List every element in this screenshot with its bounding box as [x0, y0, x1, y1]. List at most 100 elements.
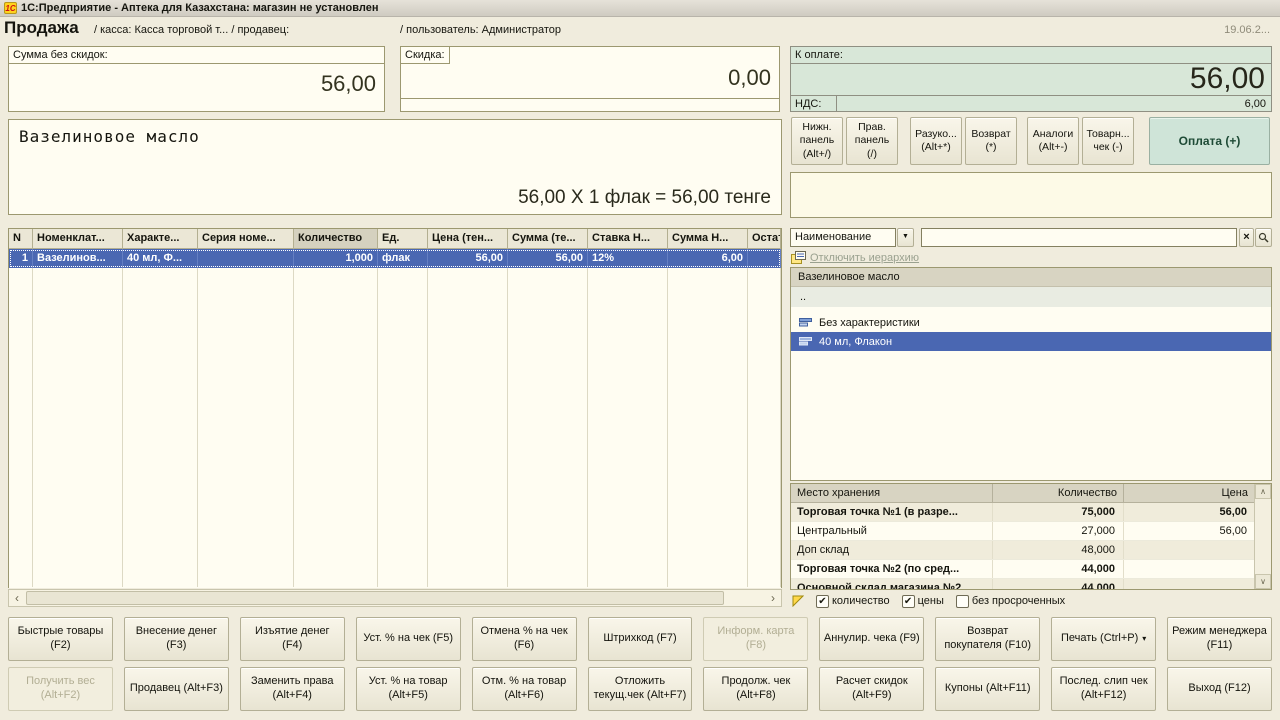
- receipt-item-row-selected[interactable]: 1 Вазелинов... 40 мл, Ф... 1,000 флак 56…: [9, 249, 781, 268]
- print-button[interactable]: Печать (Ctrl+P) ▾: [1051, 617, 1156, 661]
- checkbox-icon[interactable]: ✔: [902, 595, 915, 608]
- characteristic-item-selected[interactable]: 40 мл, Флакон: [791, 332, 1271, 351]
- right-panel-button[interactable]: Прав. панель (/): [846, 117, 898, 165]
- display-product-name: Вазелиновое масло: [19, 127, 200, 146]
- storage-filters: ✔ количество ✔ цены без просроченных: [792, 593, 1065, 609]
- items-header-row: N Номенклат... Характе... Серия номе... …: [9, 229, 781, 249]
- print-label: Печать (Ctrl+P): [1061, 632, 1138, 646]
- return-button[interactable]: Возврат (*): [965, 117, 1017, 165]
- col-series: Серия номе...: [198, 229, 294, 249]
- items-empty-area: [9, 268, 781, 587]
- storage-price: 56,00: [1124, 503, 1255, 521]
- page-header: Продажа / касса: Касса торговой т... / п…: [0, 17, 1280, 43]
- storage-row[interactable]: Торговая точка №1 (в разре... 75,000 56,…: [791, 503, 1255, 522]
- goods-check-button[interactable]: Товарн... чек (-): [1082, 117, 1134, 165]
- scroll-left-icon[interactable]: ‹: [9, 590, 25, 606]
- seller-button[interactable]: Продавец (Alt+F3): [124, 667, 229, 711]
- title-bar: 1С 1С:Предприятие - Аптека для Казахстан…: [0, 0, 1280, 17]
- storage-col-qty[interactable]: Количество: [993, 484, 1124, 503]
- scroll-up-icon[interactable]: ∧: [1255, 484, 1271, 499]
- go-up-row[interactable]: ..: [791, 287, 1271, 307]
- col-quantity: Количество: [294, 229, 378, 249]
- storage-row[interactable]: Доп склад 48,000: [791, 541, 1255, 560]
- last-slip-button[interactable]: Послед. слип чек (Alt+F12): [1051, 667, 1156, 711]
- sum-value: 56,00: [9, 64, 384, 97]
- filter-label: цены: [918, 595, 944, 607]
- storage-price: 56,00: [1124, 522, 1255, 540]
- continue-check-button[interactable]: Продолж. чек (Alt+F8): [703, 667, 808, 711]
- col-vat-rate: Ставка Н...: [588, 229, 668, 249]
- characteristic-item[interactable]: Без характеристики: [791, 313, 1271, 332]
- selector-dropdown-arrow-icon[interactable]: ▼: [897, 228, 914, 247]
- set-item-discount-button[interactable]: Уст. % на товар (Alt+F5): [356, 667, 461, 711]
- cash-out-button[interactable]: Изъятие денег (F4): [240, 617, 345, 661]
- storage-row[interactable]: Торговая точка №2 (по сред... 44,000: [791, 560, 1255, 579]
- right-command-buttons: Нижн. панель (Alt+/) Прав. панель (/) Ра…: [790, 117, 1272, 167]
- item-rest: [748, 249, 781, 268]
- calc-discounts-button[interactable]: Расчет скидок (Alt+F9): [819, 667, 924, 711]
- storage-place: Основной склад магазина №2: [791, 579, 993, 590]
- checkbox-icon[interactable]: ✔: [816, 595, 829, 608]
- storage-row[interactable]: Центральный 27,000 56,00: [791, 522, 1255, 541]
- manager-mode-button[interactable]: Режим менеджера (F11): [1167, 617, 1272, 661]
- to-pay-value: 56,00: [791, 64, 1271, 94]
- analogs-button[interactable]: Аналоги (Alt+-): [1027, 117, 1079, 165]
- clear-search-button[interactable]: ×: [1239, 228, 1254, 247]
- storage-place: Центральный: [791, 522, 993, 540]
- window-title: 1С:Предприятие - Аптека для Казахстана: …: [21, 2, 378, 14]
- storage-qty: 48,000: [993, 541, 1124, 559]
- message-box: [790, 172, 1272, 218]
- items-horizontal-scrollbar[interactable]: ‹ ›: [8, 589, 782, 607]
- search-field-selector[interactable]: Наименование: [790, 228, 896, 247]
- change-rights-button[interactable]: Заменить права (Alt+F4): [240, 667, 345, 711]
- storage-qty: 75,000: [993, 503, 1124, 521]
- storage-qty: 27,000: [993, 522, 1124, 540]
- coupons-button[interactable]: Купоны (Alt+F11): [935, 667, 1040, 711]
- characteristic-icon: [799, 337, 812, 346]
- vat-value: 6,00: [837, 96, 1271, 111]
- scroll-down-icon[interactable]: ∨: [1255, 574, 1271, 589]
- col-sum: Сумма (те...: [508, 229, 588, 249]
- scroll-right-icon[interactable]: ›: [765, 590, 781, 606]
- filter-not-expired[interactable]: без просроченных: [956, 595, 1065, 608]
- search-button[interactable]: [1255, 228, 1272, 247]
- function-buttons-row1: Быстрые товары (F2) Внесение денег (F3) …: [8, 617, 1272, 661]
- storage-col-place[interactable]: Место хранения: [791, 484, 993, 503]
- item-vat-sum: 6,00: [668, 249, 748, 268]
- storage-col-price[interactable]: Цена: [1124, 484, 1255, 503]
- hold-check-button[interactable]: Отложить текущ.чек (Alt+F7): [588, 667, 693, 711]
- storage-qty: 44,000: [993, 560, 1124, 578]
- get-weight-button: Получить вес (Alt+F2): [8, 667, 113, 711]
- cancel-check-discount-button[interactable]: Отмена % на чек (F6): [472, 617, 577, 661]
- filter-prices[interactable]: ✔ цены: [902, 595, 944, 608]
- col-price: Цена (тен...: [428, 229, 508, 249]
- barcode-button[interactable]: Штрихкод (F7): [588, 617, 693, 661]
- page-title: Продажа: [4, 18, 79, 38]
- filter-label: количество: [832, 595, 890, 607]
- checkbox-icon[interactable]: [956, 595, 969, 608]
- storage-header-row: Место хранения Количество Цена: [791, 484, 1255, 503]
- search-input[interactable]: [921, 228, 1237, 247]
- nomenclature-list: Вазелиновое масло .. Без характеристики …: [790, 267, 1272, 481]
- set-check-discount-button[interactable]: Уст. % на чек (F5): [356, 617, 461, 661]
- discount-value: 0,00: [728, 65, 771, 91]
- cancel-item-discount-button[interactable]: Отм. % на товар (Alt+F6): [472, 667, 577, 711]
- characteristic-label: 40 мл, Флакон: [819, 336, 892, 348]
- payment-button[interactable]: Оплата (+): [1149, 117, 1270, 165]
- display-calc-line: 56,00 X 1 флак = 56,00 тенге: [518, 187, 771, 209]
- bottom-panel-button[interactable]: Нижн. панель (Alt+/): [791, 117, 843, 165]
- item-series: [198, 249, 294, 268]
- sum-without-discounts-panel: Сумма без скидок: 56,00: [8, 46, 385, 112]
- filter-label: без просроченных: [972, 595, 1065, 607]
- customer-return-button[interactable]: Возврат покупателя (F10): [935, 617, 1040, 661]
- storage-vertical-scrollbar[interactable]: ∧ ∨: [1254, 484, 1271, 589]
- storage-row[interactable]: Основной склад магазина №2 44,000: [791, 579, 1255, 590]
- cash-in-button[interactable]: Внесение денег (F3): [124, 617, 229, 661]
- disable-hierarchy-link[interactable]: Отключить иерархию: [810, 252, 919, 264]
- fast-goods-button[interactable]: Быстрые товары (F2): [8, 617, 113, 661]
- scrollbar-thumb[interactable]: [26, 591, 724, 605]
- void-check-button[interactable]: Аннулир. чека (F9): [819, 617, 924, 661]
- filter-quantity[interactable]: ✔ количество: [816, 595, 890, 608]
- unpack-button[interactable]: Разуко... (Alt+*): [910, 117, 962, 165]
- exit-button[interactable]: Выход (F12): [1167, 667, 1272, 711]
